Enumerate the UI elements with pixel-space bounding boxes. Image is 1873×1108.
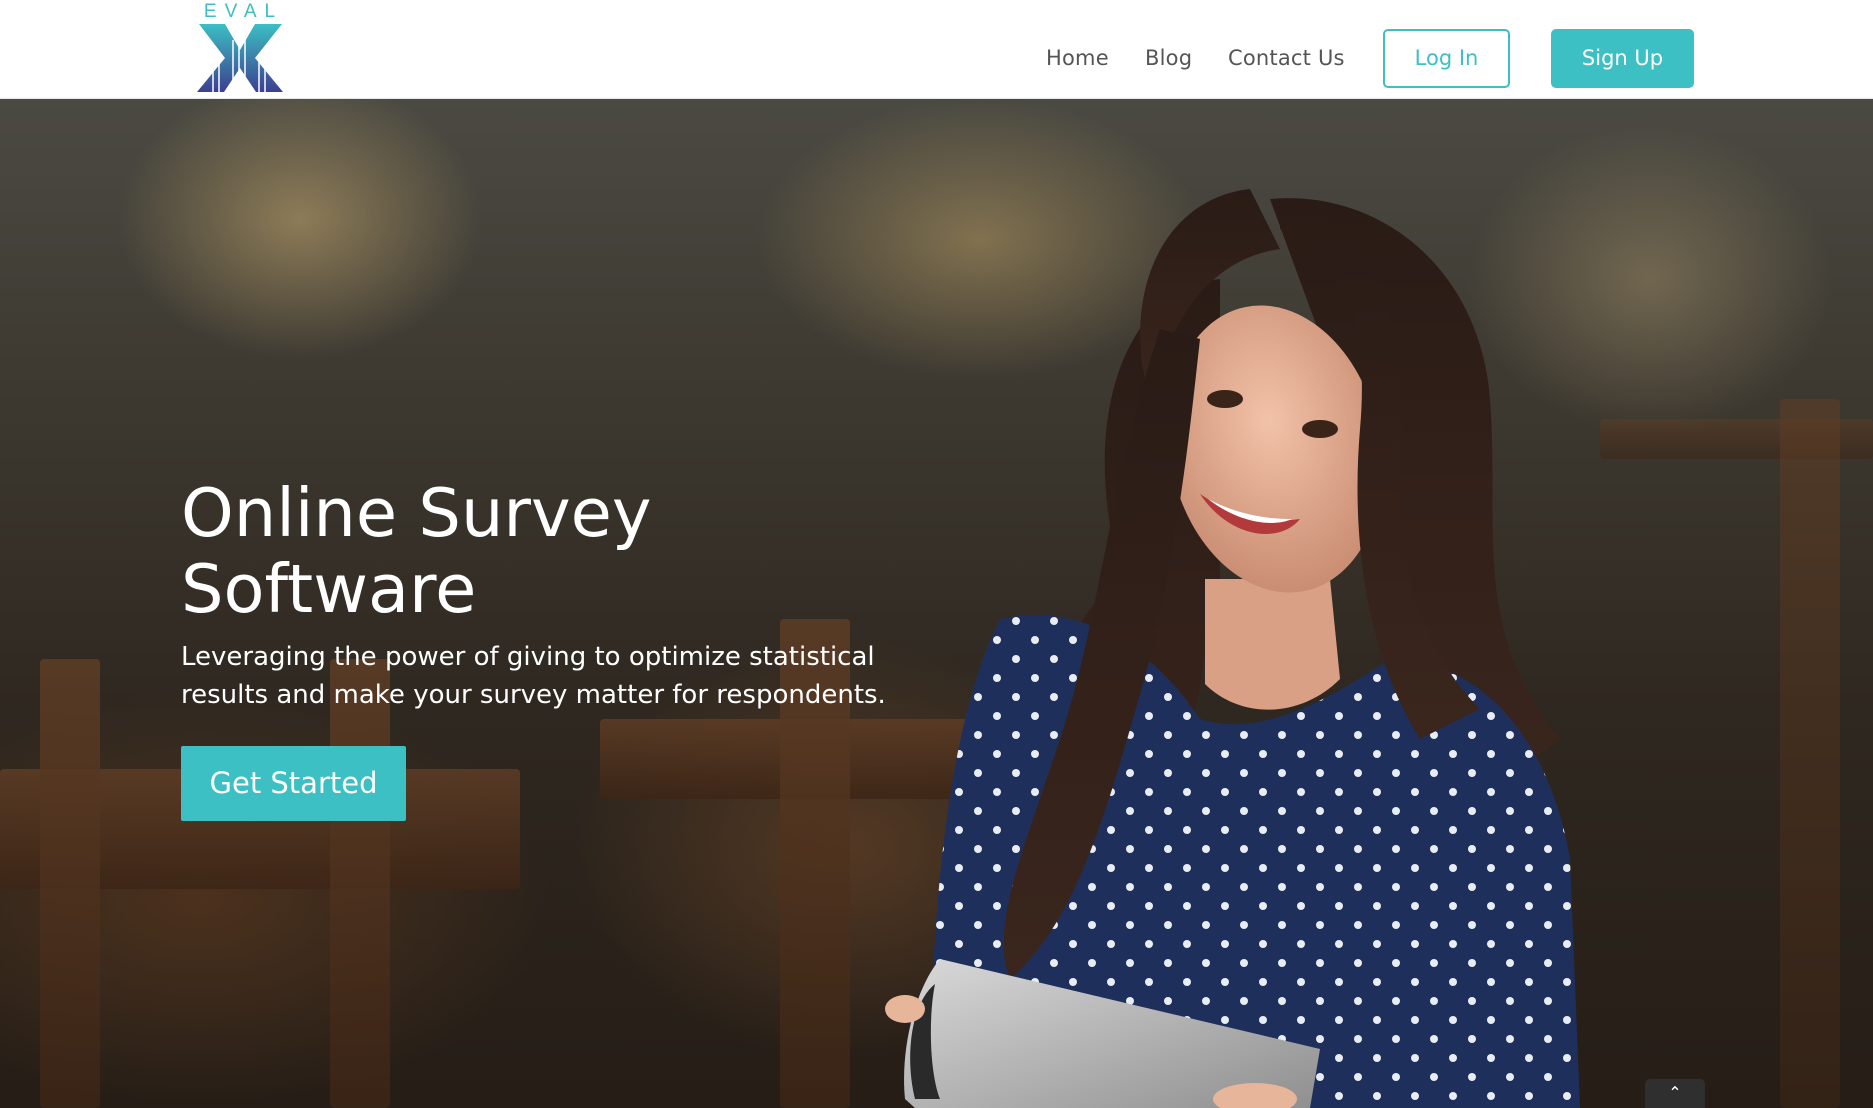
hero-subtitle: Leveraging the power of giving to optimi… (181, 638, 941, 714)
site-header: EVAL Home Blog Contact Us Log In Sign Up (0, 0, 1873, 99)
hero-subtitle-line-2: results and make your survey matter for … (181, 680, 886, 710)
evalx-logo[interactable]: EVAL (193, 2, 288, 94)
nav-contact-us[interactable]: Contact Us (1228, 46, 1345, 70)
hero-section: Online Survey Software Leveraging the po… (0, 99, 1873, 1108)
login-button[interactable]: Log In (1383, 29, 1510, 88)
nav-blog[interactable]: Blog (1145, 46, 1192, 70)
hero-subtitle-line-1: Leveraging the power of giving to optimi… (181, 642, 875, 672)
get-started-button[interactable]: Get Started (181, 746, 406, 821)
signup-button[interactable]: Sign Up (1551, 29, 1694, 88)
nav-home[interactable]: Home (1046, 46, 1109, 70)
scroll-to-top-button[interactable]: ⌃ (1645, 1079, 1705, 1108)
logo-x-icon (197, 24, 283, 92)
hero-title: Online Survey Software (181, 475, 781, 627)
logo-wordmark: EVAL (203, 1, 284, 22)
hero-title-line-1: Online Survey (181, 474, 652, 552)
chevron-up-icon: ⌃ (1668, 1085, 1682, 1102)
hero-title-line-2: Software (181, 550, 477, 628)
